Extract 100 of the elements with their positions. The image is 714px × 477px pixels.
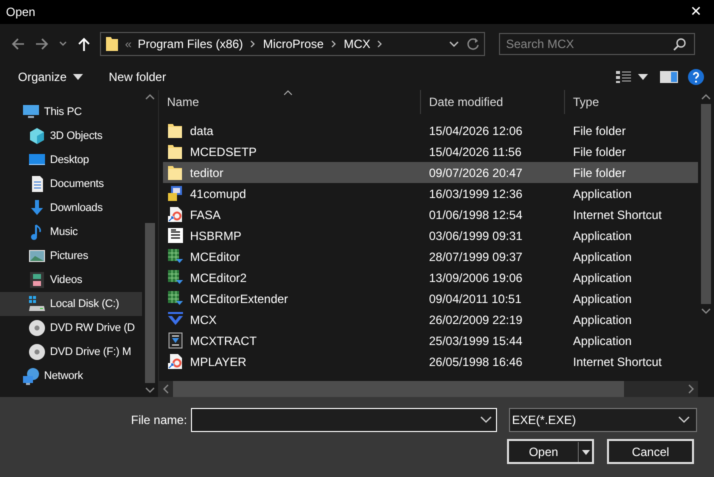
up-arrow-icon [76,36,92,52]
folder-icon [167,164,184,181]
back-arrow-icon [10,36,26,52]
date-modified: 09/04/2011 10:51 [429,292,522,306]
date-modified: 15/04/2026 11:56 [429,144,522,158]
sidebar-item[interactable]: Documents [0,172,142,196]
list-view-icon [616,70,632,84]
file-name: 41comupd [190,186,246,200]
close-button[interactable]: ✕ [678,0,714,24]
search-field[interactable]: Search MCX [499,33,695,55]
file-row[interactable]: MCEDSETP 15/04/2026 11:56 File folder [163,141,698,162]
chevron-icon [330,39,338,49]
cube-icon [28,127,46,145]
shortcut-icon [167,206,184,223]
sidebar-item[interactable]: DVD RW Drive (D [0,316,142,340]
sidebar-item[interactable]: DVD Drive (F:) M [0,340,142,364]
file-name: MPLAYER [190,354,246,368]
file-row[interactable]: MCEditorExtender 09/04/2011 10:51 Application [163,288,698,309]
caret-icon [678,416,690,424]
folder-icon [105,36,119,52]
breadcrumb[interactable]: MicroProse [263,37,324,51]
address-bar[interactable]: « Program Files (x86) MicroProse MCX [100,32,485,56]
file-type-dropdown[interactable]: EXE(*.EXE) [509,408,698,432]
window-title: Open [5,5,36,19]
column-header[interactable]: Date modified [421,90,565,114]
scroll-down-icon [701,308,711,314]
date-modified: 16/03/1999 12:36 [429,186,522,200]
drive-icon [28,295,46,313]
sidebar-item[interactable]: Videos [0,268,142,292]
file-type: Internet Shortcut [573,354,662,368]
date-modified: 26/02/2009 22:19 [429,312,522,326]
landscape-icon [28,247,46,265]
cancel-button[interactable]: Cancel [607,439,694,464]
extract-icon [167,332,184,349]
chevron-icon [376,39,384,49]
sidebar-item[interactable]: This PC [0,100,142,124]
sidebar-item[interactable]: Downloads [0,196,142,220]
file-type: Application [573,228,632,242]
file-name: data [190,124,214,138]
file-row[interactable]: MCEditor 28/07/1999 09:37 Application [163,246,698,267]
search-icon [673,37,687,51]
file-type: Application [573,186,632,200]
scroll-left-icon [163,384,169,394]
column-header[interactable]: Type [565,90,698,114]
file-row[interactable]: MCEditor2 13/09/2006 19:06 Application [163,267,698,288]
shortcut-icon [167,353,184,370]
file-name: MCX [190,312,217,326]
caret-icon [578,442,592,462]
setup-icon [167,185,184,202]
scroll-up-icon [145,94,155,100]
caret-icon [638,74,648,80]
text-file-icon [167,227,184,244]
breadcrumb[interactable]: Program Files (x86) [138,37,244,51]
file-row[interactable]: MCX 26/02/2009 22:19 Application [163,309,698,330]
date-modified: 13/09/2006 19:06 [429,270,522,284]
date-modified: 26/05/1998 16:46 [429,354,522,368]
file-row[interactable]: FASA 01/06/1998 12:54 Internet Shortcut [163,204,698,225]
grid-editor-icon [167,290,184,307]
open-button[interactable]: Open [507,439,594,464]
grid-editor-icon [167,248,184,265]
file-name: MCEditorExtender [190,292,288,306]
network-icon [22,367,40,385]
overflow-chevron[interactable]: « [125,37,132,51]
sidebar-item[interactable]: Local Disk (C:) [0,292,142,316]
sidebar-item[interactable]: Desktop [0,148,142,172]
file-name: MCEditor [190,250,240,264]
file-row[interactable]: MPLAYER 26/05/1998 16:46 Internet Shortcut [163,351,698,372]
sidebar-item[interactable]: Network [0,364,142,388]
file-name: MCEDSETP [190,144,257,158]
file-row[interactable]: 41comupd 16/03/1999 12:36 Application [163,183,698,204]
organize-button[interactable]: Organize [10,68,91,86]
breadcrumb[interactable]: MCX [344,37,370,51]
sidebar-item[interactable]: Pictures [0,244,142,268]
scrollbar-thumb[interactable] [173,381,624,397]
file-type: File folder [573,124,626,138]
new-folder-button[interactable]: New folder [100,68,174,86]
scroll-right-icon [688,384,694,394]
forward-arrow-icon [34,36,50,52]
file-row[interactable]: teditor 09/07/2026 20:47 File folder [163,162,698,183]
file-type: Application [573,312,632,326]
file-type: Application [573,334,632,348]
file-type: Internet Shortcut [573,208,662,222]
field-label: File name: [131,413,188,427]
scrollbar-thumb[interactable] [701,104,711,304]
scrollbar-thumb[interactable] [145,223,155,383]
sidebar-item[interactable]: 3D Objects [0,124,142,148]
sidebar-item[interactable]: Music [0,220,142,244]
file-name: MCEditor2 [190,270,247,284]
file-row[interactable]: HSBRMP 03/06/1999 09:31 Application [163,225,698,246]
column-header[interactable]: Name [159,90,421,114]
file-row[interactable]: data 15/04/2026 12:06 File folder [163,120,698,141]
disc-icon [28,343,46,361]
caret-icon [480,416,492,424]
file-name: teditor [190,166,224,180]
file-row[interactable]: MCXTRACT 25/03/1999 15:44 Application [163,330,698,351]
file-type: File folder [573,144,626,158]
file-name-field[interactable] [191,408,498,432]
preview-pane-icon [660,70,678,84]
disc-icon [28,319,46,337]
view-options-button[interactable] [614,68,650,86]
